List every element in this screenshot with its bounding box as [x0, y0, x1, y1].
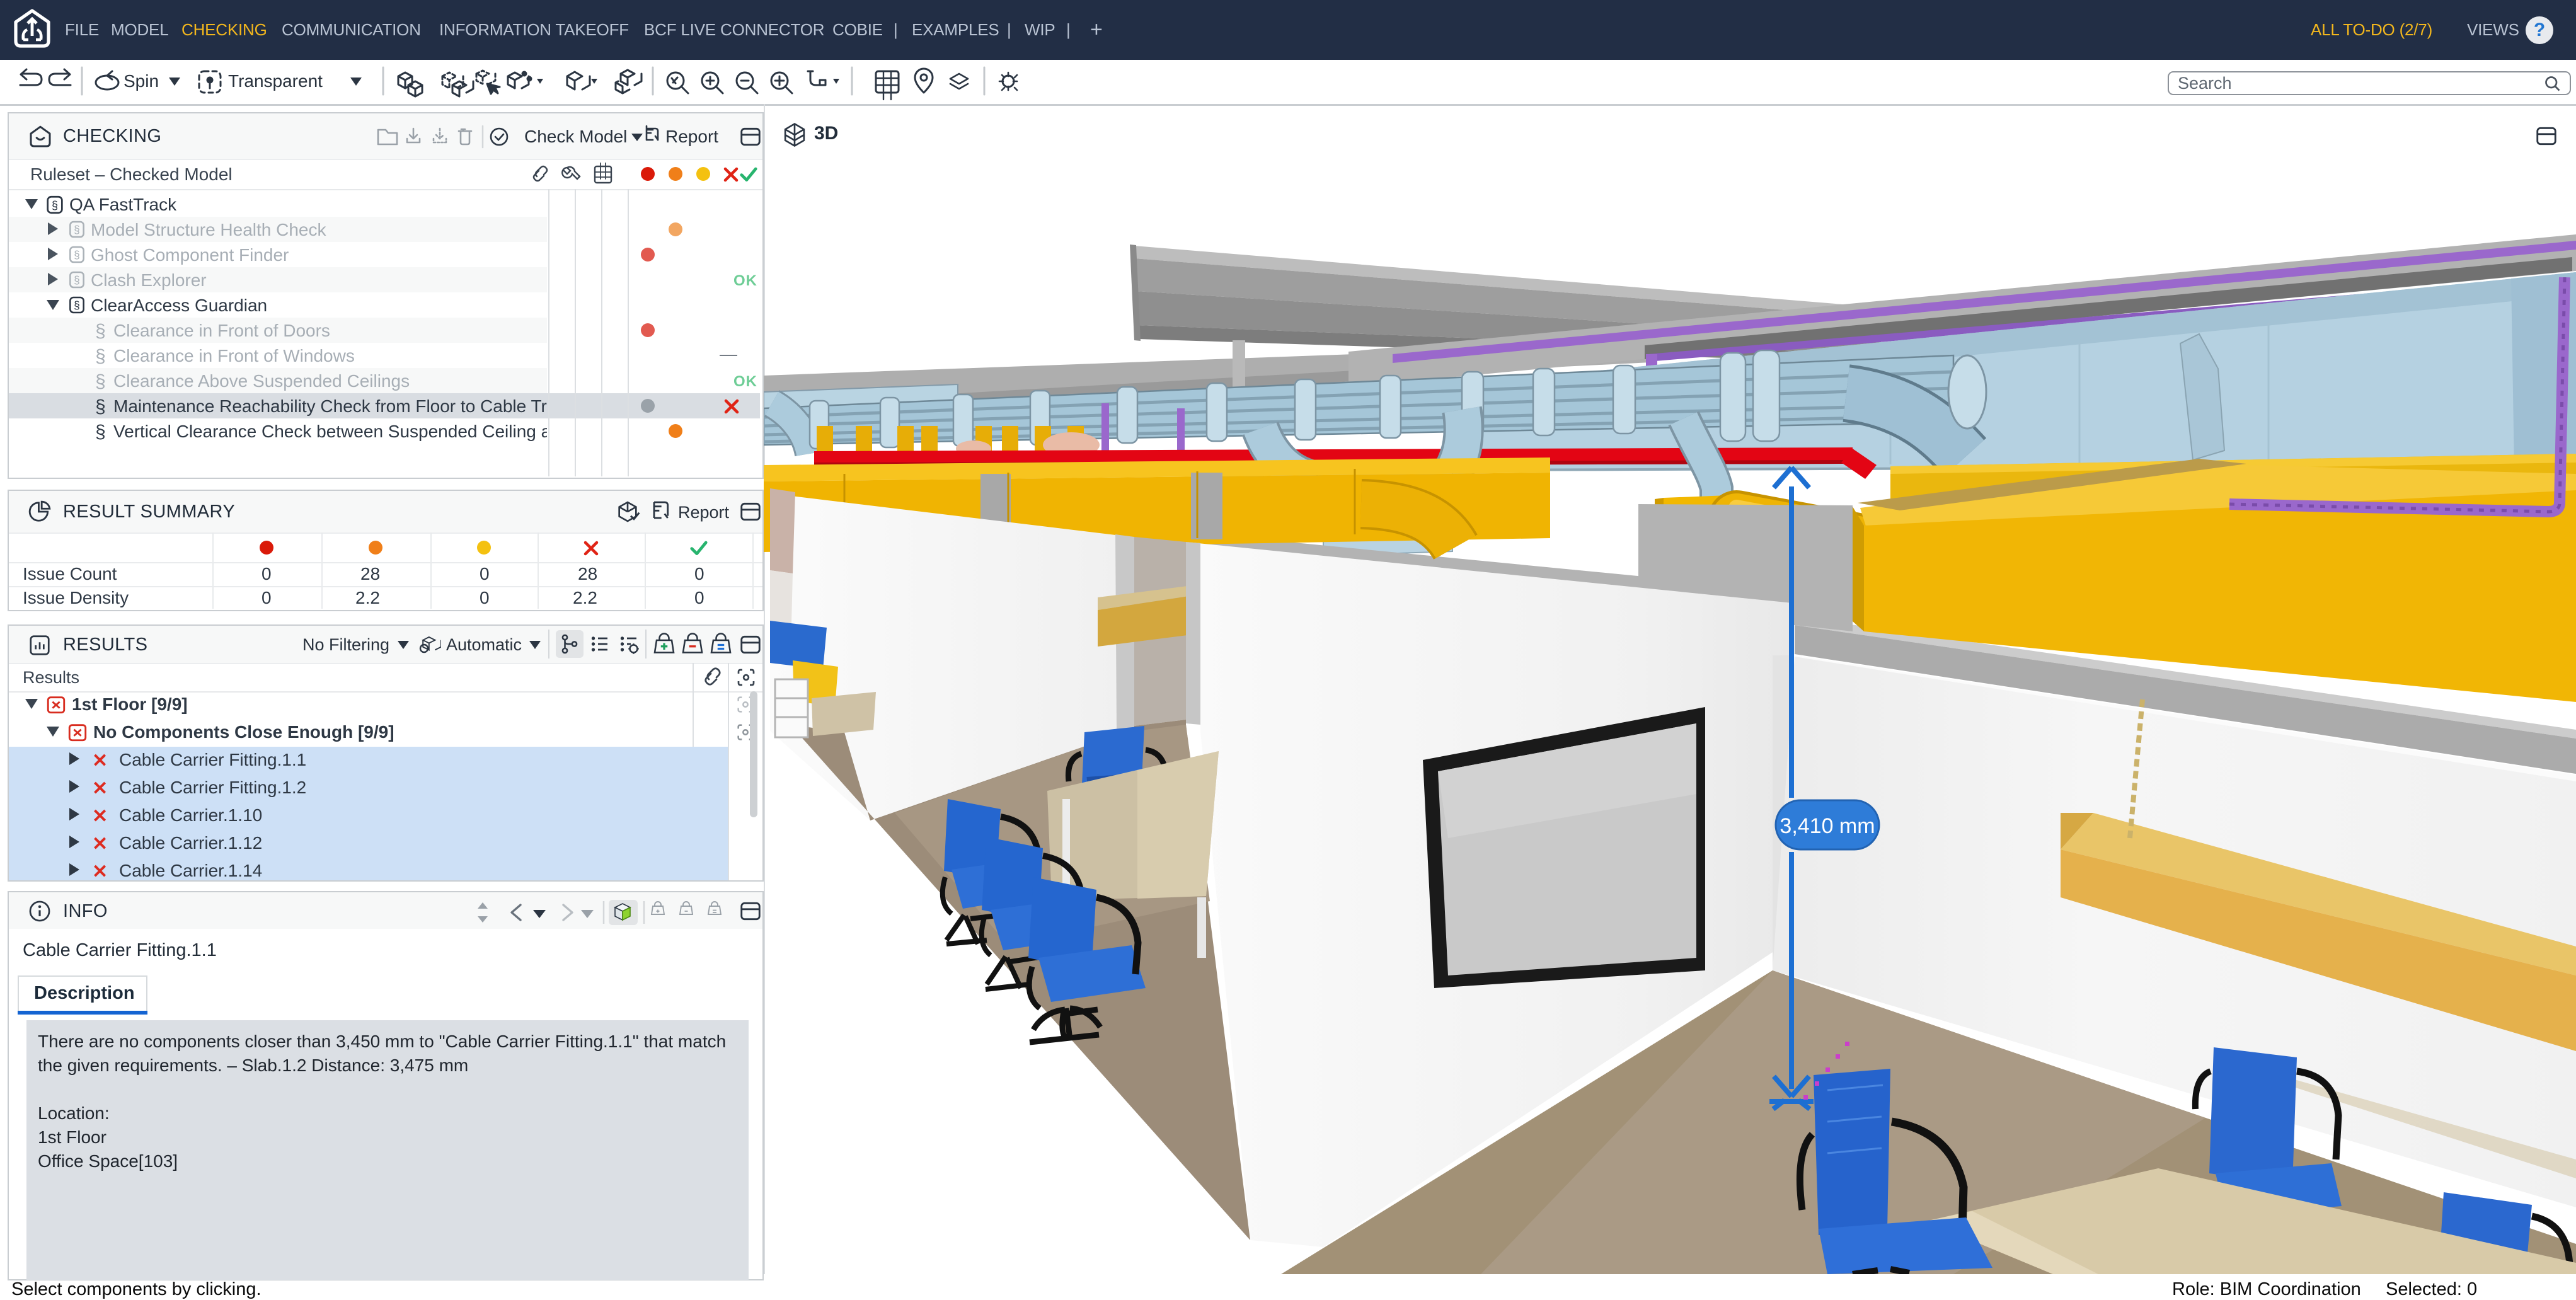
- svg-text:§: §: [74, 249, 80, 262]
- svg-text:§: §: [74, 299, 80, 312]
- svg-text:§: §: [52, 198, 58, 212]
- svg-text:3,410 mm: 3,410 mm: [1780, 814, 1875, 838]
- svg-text:§: §: [74, 274, 80, 287]
- svg-text:§: §: [74, 224, 80, 236]
